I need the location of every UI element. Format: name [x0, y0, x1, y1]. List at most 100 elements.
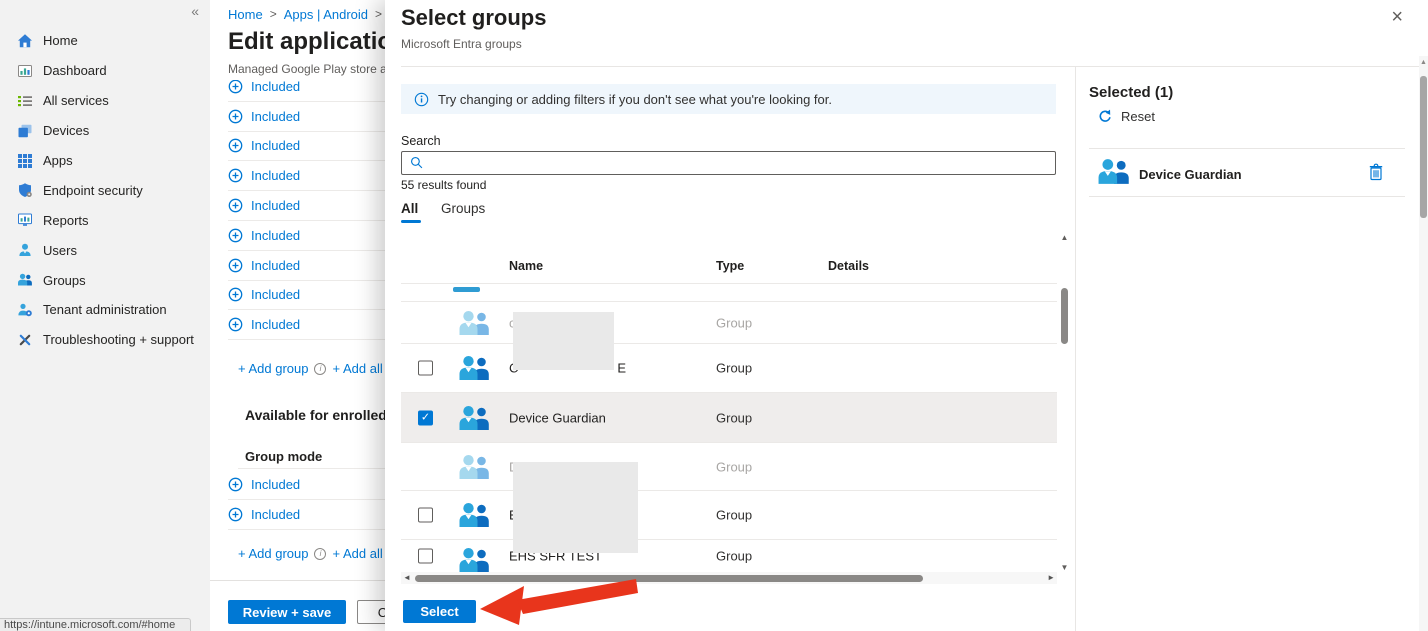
sidebar-item-dashboard[interactable]: Dashboard	[0, 56, 210, 86]
devices-icon	[17, 123, 33, 139]
sidebar-item-label: Home	[43, 33, 78, 48]
sidebar-item-reports[interactable]: Reports	[0, 205, 210, 235]
sidebar-item-users[interactable]: Users	[0, 235, 210, 265]
select-groups-panel: Select groups Microsoft Entra groups × T…	[385, 0, 1428, 631]
table-row[interactable]: E Group	[401, 491, 1057, 540]
column-header-type[interactable]: Type	[716, 259, 744, 273]
sidebar-item-label: All services	[43, 93, 109, 108]
divider	[238, 468, 385, 469]
redacted-name-overlay	[513, 462, 638, 553]
troubleshooting-icon	[17, 332, 33, 348]
tab-groups[interactable]: Groups	[441, 201, 485, 216]
included-row[interactable]: Included	[228, 470, 385, 500]
circle-plus-icon	[228, 138, 243, 153]
group-table-body: c Group CE Group ✓ Device Guardian Group…	[401, 283, 1057, 572]
breadcrumb-separator: >	[375, 7, 382, 22]
sidebar-item-groups[interactable]: Groups	[0, 265, 210, 295]
included-row[interactable]: Included	[228, 132, 385, 162]
dashboard-icon	[17, 63, 33, 79]
sidebar-item-devices[interactable]: Devices	[0, 116, 210, 146]
scroll-up-icon[interactable]: ▲	[1419, 59, 1428, 66]
tab-all[interactable]: All	[401, 201, 418, 216]
group-icon	[458, 454, 491, 480]
row-checkbox[interactable]	[418, 508, 433, 523]
included-label: Included	[251, 258, 300, 273]
included-row[interactable]: Included	[228, 191, 385, 221]
apps-icon	[17, 153, 33, 169]
row-checkbox[interactable]	[418, 361, 433, 376]
add-group-link[interactable]: + Add group	[238, 546, 308, 561]
group-mode-column-header: Group mode	[245, 449, 322, 464]
clipped-row-remnant	[453, 287, 480, 292]
circle-plus-icon	[228, 287, 243, 302]
breadcrumb-apps-android[interactable]: Apps | Android	[284, 7, 368, 22]
table-row[interactable]: EHS SFR TEST Group	[401, 540, 1057, 572]
vertical-scroll-thumb[interactable]	[1061, 288, 1068, 344]
banner-text: Try changing or adding filters if you do…	[438, 92, 832, 107]
included-label: Included	[251, 80, 300, 94]
table-row-selected[interactable]: ✓ Device Guardian Group	[401, 393, 1057, 443]
search-icon	[410, 156, 424, 170]
group-type: Group	[716, 549, 752, 564]
close-icon[interactable]: ×	[1391, 6, 1403, 29]
search-box[interactable]	[401, 151, 1056, 175]
scroll-left-icon[interactable]: ◄	[403, 573, 411, 582]
reset-button[interactable]: Reset	[1097, 109, 1155, 124]
included-row[interactable]: Included	[228, 80, 385, 102]
column-header-details[interactable]: Details	[828, 259, 869, 273]
sidebar-item-home[interactable]: Home	[0, 26, 210, 56]
horizontal-scroll-thumb[interactable]	[415, 575, 923, 582]
scroll-right-icon[interactable]: ►	[1047, 573, 1055, 582]
sidebar-item-label: Tenant administration	[43, 302, 167, 317]
page-scroll-thumb[interactable]	[1420, 76, 1427, 218]
circle-plus-icon	[228, 507, 243, 522]
group-type: Group	[716, 459, 752, 474]
table-row[interactable]: c Group	[401, 302, 1057, 344]
included-row[interactable]: Included	[228, 251, 385, 281]
row-checkbox-checked[interactable]: ✓	[418, 410, 433, 425]
table-row[interactable]: CE Group	[401, 344, 1057, 393]
included-label: Included	[251, 507, 300, 522]
circle-plus-icon	[228, 198, 243, 213]
page-title: Edit application	[228, 28, 407, 56]
scroll-up-icon[interactable]: ▲	[1058, 233, 1071, 242]
included-row[interactable]: Included	[228, 221, 385, 251]
sidebar-item-label: Apps	[43, 153, 73, 168]
sidebar: « Home Dashboard All services Devices Ap…	[0, 0, 210, 631]
table-vertical-scrollbar[interactable]: ▲ ▼	[1058, 233, 1071, 572]
search-input[interactable]	[424, 152, 1055, 174]
divider	[1089, 196, 1405, 197]
scroll-down-icon[interactable]: ▼	[1058, 563, 1071, 572]
available-group-list: Included Included	[228, 470, 385, 530]
trash-icon[interactable]	[1368, 163, 1384, 181]
select-button[interactable]: Select	[403, 600, 476, 623]
table-horizontal-scrollbar[interactable]: ◄ ►	[401, 572, 1057, 584]
divider	[1089, 148, 1405, 149]
sidebar-item-troubleshooting-support[interactable]: Troubleshooting + support	[0, 325, 210, 355]
reset-icon	[1097, 109, 1112, 124]
included-row[interactable]: Included	[228, 310, 385, 340]
included-row[interactable]: Included	[228, 102, 385, 132]
review-save-button[interactable]: Review + save	[228, 600, 346, 624]
sidebar-item-apps[interactable]: Apps	[0, 146, 210, 176]
add-group-link[interactable]: + Add group	[238, 361, 308, 376]
group-icon	[458, 355, 491, 381]
sidebar-item-endpoint-security[interactable]: Endpoint security	[0, 175, 210, 205]
breadcrumb: Home > Apps | Android >	[228, 7, 382, 22]
included-row[interactable]: Included	[228, 500, 385, 530]
sidebar-item-all-services[interactable]: All services	[0, 86, 210, 116]
row-checkbox[interactable]	[418, 549, 433, 564]
group-type: Group	[716, 315, 752, 330]
breadcrumb-home[interactable]: Home	[228, 7, 263, 22]
info-icon	[414, 92, 429, 107]
reports-icon	[17, 212, 33, 228]
included-row[interactable]: Included	[228, 161, 385, 191]
included-label: Included	[251, 317, 300, 332]
table-row[interactable]: D Group	[401, 443, 1057, 491]
column-header-name[interactable]: Name	[509, 259, 543, 273]
sidebar-collapse-icon[interactable]: «	[191, 3, 199, 19]
included-row[interactable]: Included	[228, 281, 385, 311]
page-scrollbar[interactable]: ▲	[1419, 56, 1428, 631]
required-group-list: Included Included Included Included Incl…	[228, 80, 385, 340]
sidebar-item-tenant-administration[interactable]: Tenant administration	[0, 295, 210, 325]
